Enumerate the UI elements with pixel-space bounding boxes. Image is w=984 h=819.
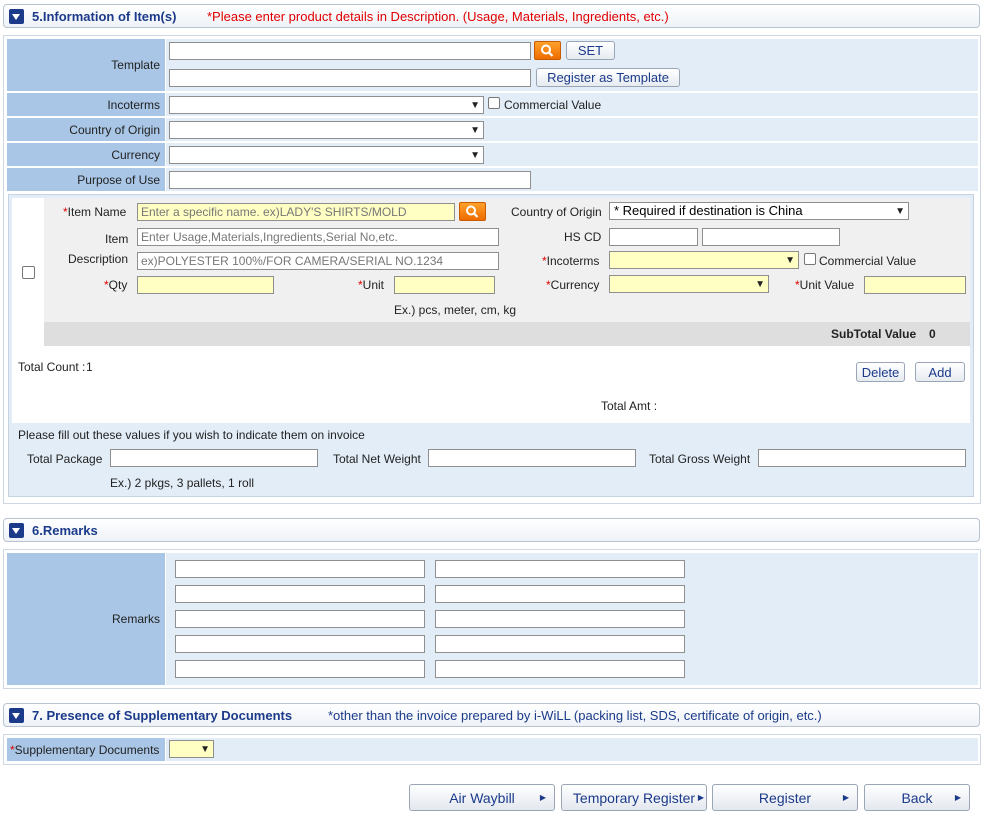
temporary-register-button[interactable]: Temporary Register ▶ — [561, 784, 707, 811]
hscd-label: HS CD — [564, 230, 602, 244]
arrow-right-icon: ▶ — [697, 793, 704, 802]
chevron-down-icon: ▼ — [755, 279, 765, 290]
total-amt-label: Total Amt : — [601, 399, 658, 413]
section6-title: 6.Remarks — [32, 523, 98, 538]
section6-header[interactable]: 6.Remarks — [3, 518, 980, 542]
commercial-value-checkbox[interactable] — [488, 97, 500, 109]
item-commercial-value-label: Commercial Value — [819, 254, 917, 268]
purpose-input[interactable] — [169, 171, 531, 189]
total-package-input[interactable] — [110, 449, 318, 467]
unit-example: Ex.) pcs, meter, cm, kg — [394, 303, 517, 317]
section7-note: *other than the invoice prepared by i-Wi… — [328, 708, 822, 723]
delete-button[interactable]: Delete — [856, 362, 905, 382]
remarks-input-8[interactable] — [435, 635, 685, 653]
incoterms-label: Incoterms — [7, 93, 165, 116]
remarks-input-5[interactable] — [175, 610, 425, 628]
arrow-right-icon: ▶ — [954, 793, 961, 802]
description-label: Description — [68, 252, 129, 266]
hscd-input-2[interactable] — [702, 228, 840, 246]
chevron-down-icon: ▼ — [895, 206, 905, 217]
item-country-select[interactable]: * Required if destination is China ▼ — [609, 202, 909, 220]
section7-title: 7. Presence of Supplementary Documents — [32, 708, 293, 723]
item-commercial-value-checkbox[interactable] — [804, 253, 816, 265]
total-net-weight-input[interactable] — [428, 449, 636, 467]
remarks-input-4[interactable] — [435, 585, 685, 603]
remarks-input-10[interactable] — [435, 660, 685, 678]
supp-docs-select[interactable]: ▼ — [169, 740, 214, 758]
register-template-button[interactable]: Register as Template — [536, 68, 680, 87]
item-search-button[interactable] — [459, 202, 486, 221]
remarks-input-7[interactable] — [175, 635, 425, 653]
package-example: Ex.) 2 pkgs, 3 pallets, 1 roll — [110, 476, 255, 490]
purpose-label: Purpose of Use — [7, 168, 165, 191]
country-select[interactable]: ▼ — [169, 121, 484, 139]
chevron-down-icon: ▼ — [470, 150, 480, 161]
arrow-right-icon: ▶ — [842, 793, 849, 802]
unit-input[interactable] — [394, 276, 495, 294]
section5-title: 5.Information of Item(s) — [32, 9, 177, 24]
remarks-input-6[interactable] — [435, 610, 685, 628]
currency-select[interactable]: ▼ — [169, 146, 484, 164]
subtotal-label: SubTotal Value — [831, 327, 917, 341]
collapse-triangle-icon[interactable] — [9, 708, 24, 723]
total-gross-weight-label: Total Gross Weight — [649, 452, 751, 466]
total-count-label: Total Count : — [18, 360, 86, 374]
item-name-input[interactable] — [137, 203, 455, 221]
qty-label: Qty — [108, 278, 128, 292]
arrow-right-icon: ▶ — [539, 793, 546, 802]
chevron-down-icon: ▼ — [200, 744, 210, 755]
collapse-triangle-icon[interactable] — [9, 9, 24, 24]
search-icon — [466, 205, 479, 218]
total-net-weight-label: Total Net Weight — [333, 452, 421, 466]
total-gross-weight-input[interactable] — [758, 449, 966, 467]
template-search-button[interactable] — [534, 41, 561, 60]
back-button[interactable]: Back ▶ — [864, 784, 970, 811]
remarks-input-2[interactable] — [435, 560, 685, 578]
section5-note: *Please enter product details in Descrip… — [207, 9, 669, 24]
item-incoterms-label: Incoterms — [546, 254, 600, 268]
hscd-input-1[interactable] — [609, 228, 698, 246]
search-icon — [541, 44, 554, 57]
template-input[interactable] — [169, 42, 531, 60]
remarks-input-9[interactable] — [175, 660, 425, 678]
item-select-checkbox[interactable] — [22, 266, 35, 279]
item-incoterms-select[interactable]: ▼ — [609, 251, 799, 269]
description-input[interactable] — [137, 252, 499, 270]
chevron-down-icon: ▼ — [470, 100, 480, 111]
invoice-note: Please fill out these values if you wish… — [18, 428, 365, 442]
collapse-triangle-icon[interactable] — [9, 523, 24, 538]
set-button[interactable]: SET — [566, 41, 615, 60]
country-label: Country of Origin — [7, 118, 165, 141]
unit-value-label: Unit Value — [799, 278, 855, 292]
subtotal-value: 0 — [929, 327, 936, 341]
remarks-label: Remarks — [7, 553, 165, 685]
total-package-label: Total Package — [27, 452, 103, 466]
total-count-value: 1 — [86, 360, 93, 374]
remarks-input-1[interactable] — [175, 560, 425, 578]
item-country-label: Country of Origin — [511, 205, 602, 219]
register-button[interactable]: Register ▶ — [712, 784, 858, 811]
item-currency-label: Currency — [550, 278, 600, 292]
remarks-input-3[interactable] — [175, 585, 425, 603]
currency-label: Currency — [7, 143, 165, 166]
incoterms-select[interactable]: ▼ — [169, 96, 484, 114]
unit-label: Unit — [362, 278, 385, 292]
unit-value-input[interactable] — [864, 276, 966, 294]
item-label: Item — [105, 232, 129, 246]
template-label: Template — [7, 39, 165, 91]
add-button[interactable]: Add — [915, 362, 965, 382]
chevron-down-icon: ▼ — [470, 125, 480, 136]
chevron-down-icon: ▼ — [785, 255, 795, 266]
air-waybill-button[interactable]: Air Waybill ▶ — [409, 784, 555, 811]
qty-input[interactable] — [137, 276, 274, 294]
section5-header[interactable]: 5.Information of Item(s) *Please enter p… — [3, 4, 980, 28]
item-usage-input[interactable] — [137, 228, 499, 246]
template-name-input[interactable] — [169, 69, 531, 87]
supp-docs-label: * Supplementary Documents — [7, 738, 165, 761]
item-name-label: Item Name — [67, 205, 127, 219]
commercial-value-label: Commercial Value — [504, 98, 602, 112]
section7-header[interactable]: 7. Presence of Supplementary Documents *… — [3, 703, 980, 727]
item-currency-select[interactable]: ▼ — [609, 275, 769, 293]
